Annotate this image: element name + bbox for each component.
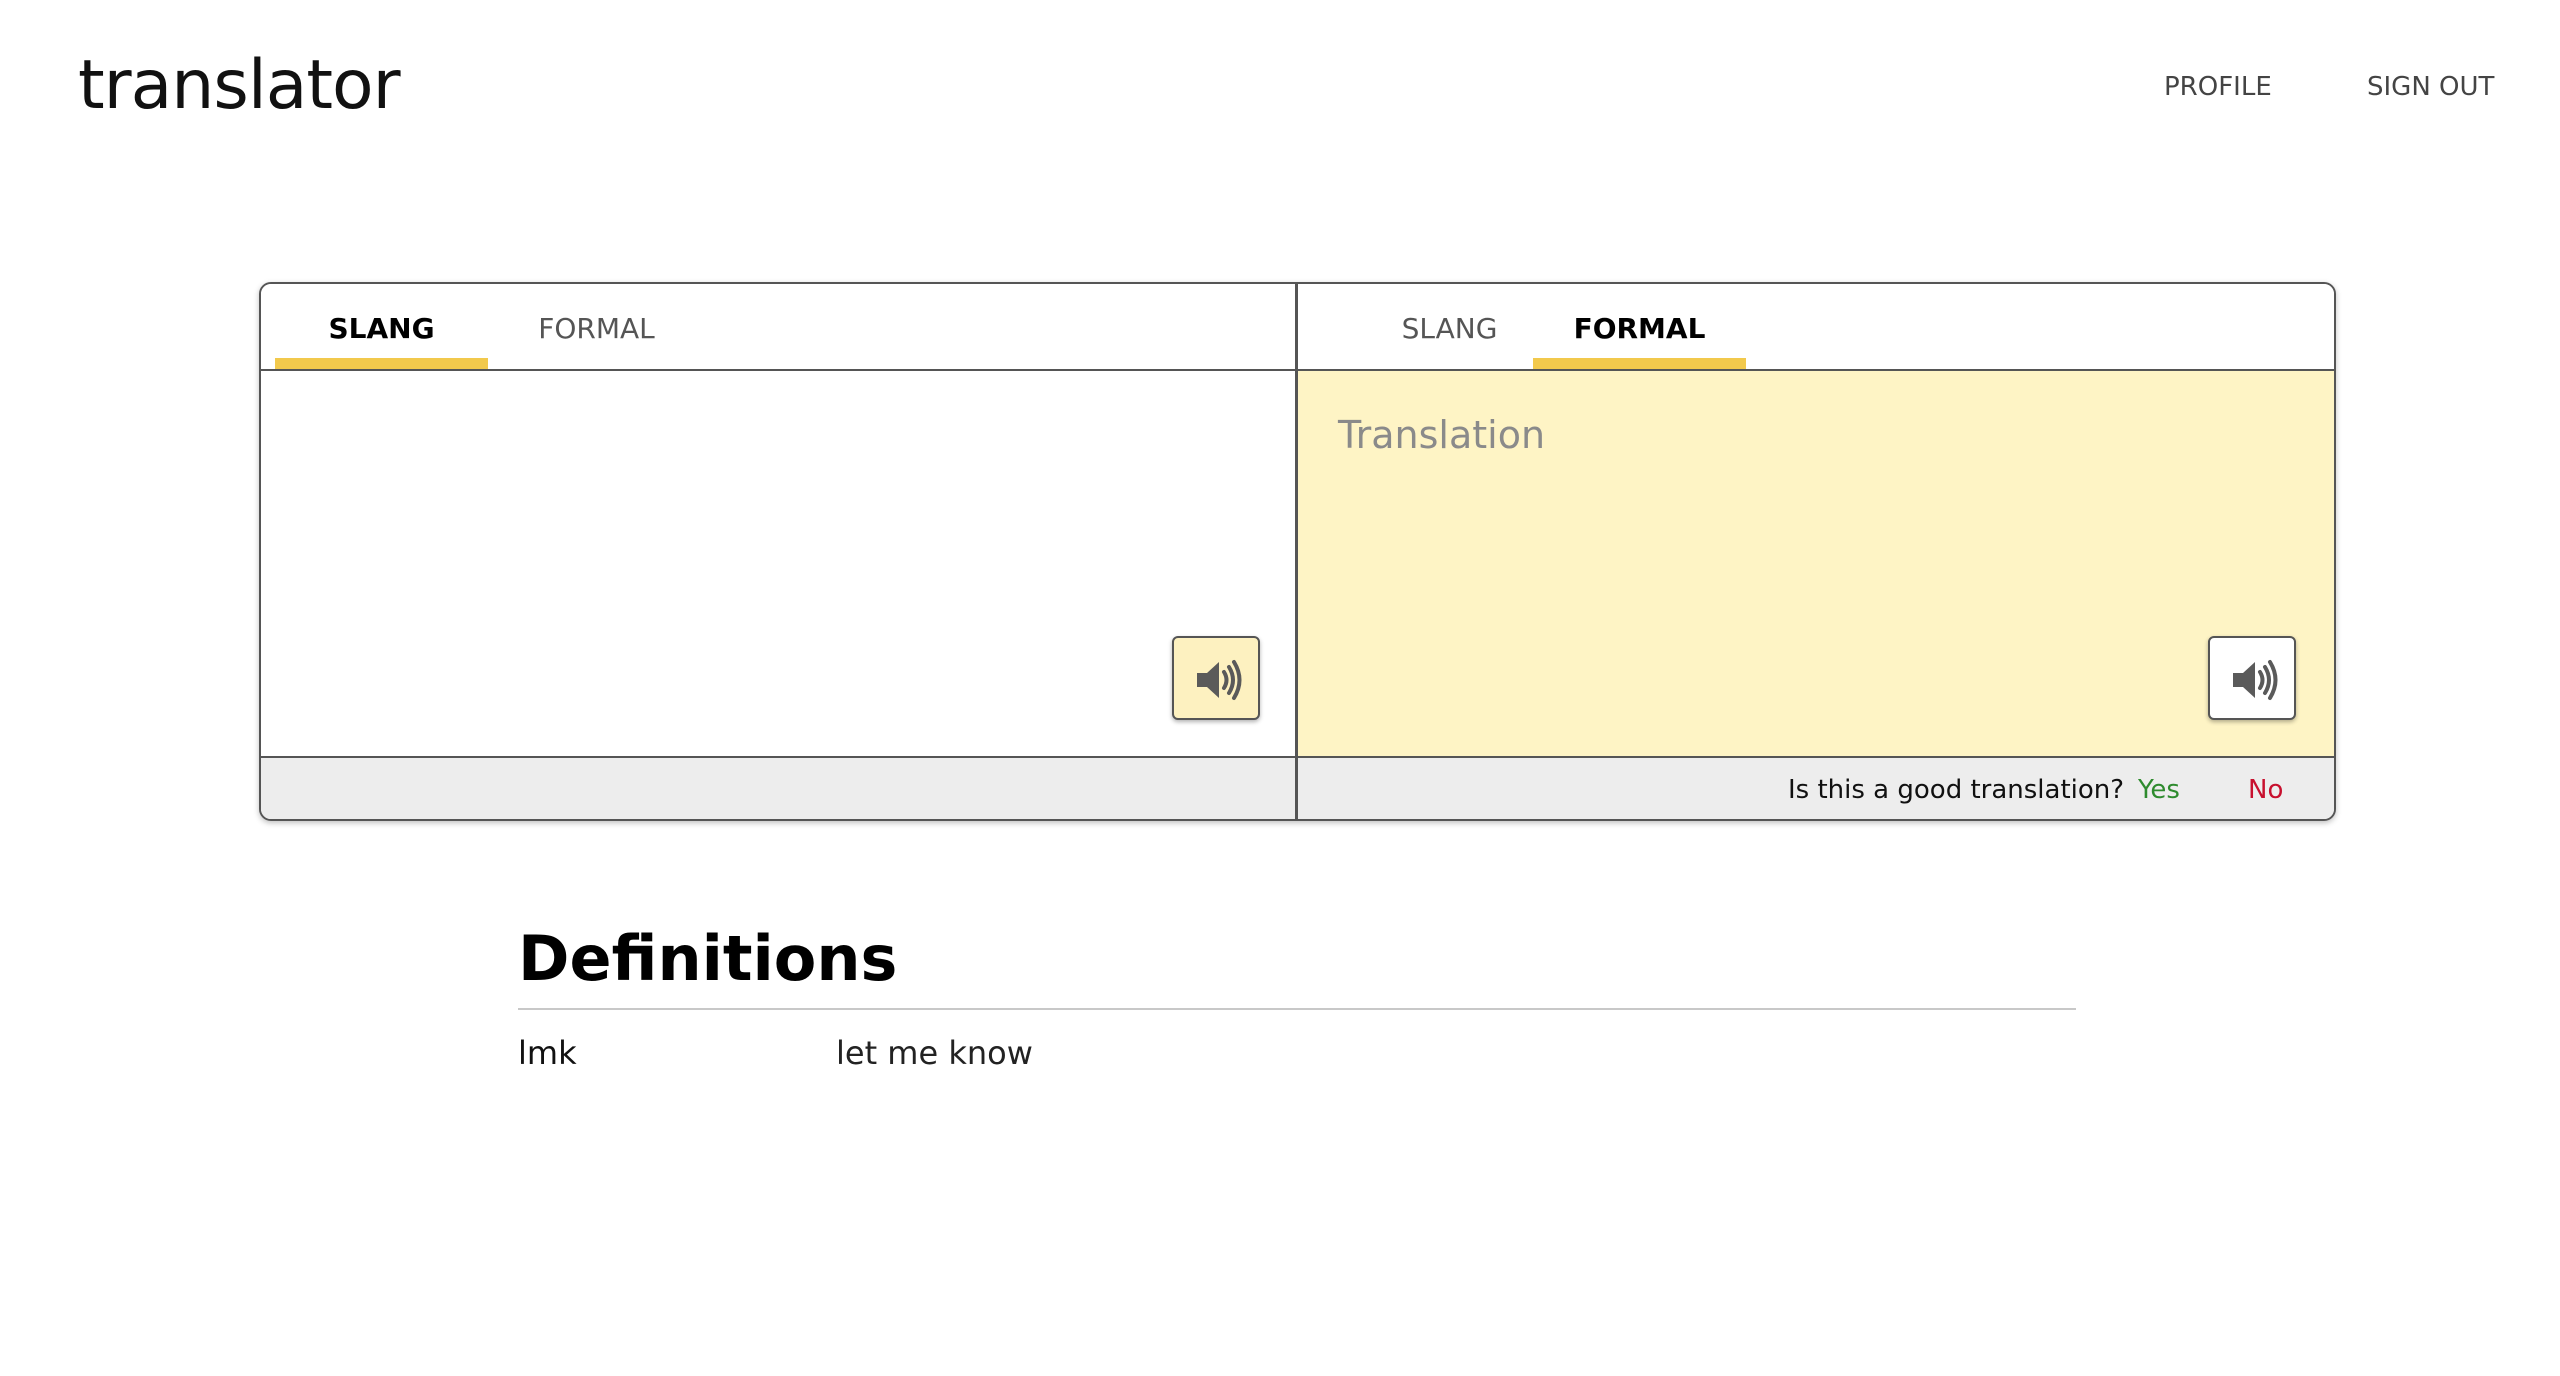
target-tabs: SLANG FORMAL [1298, 284, 2334, 371]
source-text-area [261, 371, 1295, 756]
source-footer-bar [261, 756, 1295, 819]
source-pane: SLANG FORMAL [261, 284, 1298, 819]
feedback-no-button[interactable]: No [2248, 775, 2283, 805]
nav-profile-link[interactable]: PROFILE [2164, 72, 2272, 102]
speaker-icon [2233, 660, 2278, 700]
tab-label: SLANG [328, 312, 435, 345]
source-tab-slang[interactable]: SLANG [275, 284, 488, 369]
source-speak-button[interactable] [1172, 636, 1260, 720]
target-pane: SLANG FORMAL Translation Is this a good … [1298, 284, 2334, 819]
feedback-yes-button[interactable]: Yes [2138, 775, 2180, 805]
target-tab-formal[interactable]: FORMAL [1533, 284, 1746, 369]
definition-meaning: let me know [836, 1034, 1033, 1072]
target-speak-button[interactable] [2208, 636, 2296, 720]
target-tab-slang[interactable]: SLANG [1343, 284, 1556, 369]
translation-output-area[interactable]: Translation [1298, 371, 2334, 756]
tab-label: FORMAL [538, 312, 655, 345]
source-tab-formal[interactable]: FORMAL [490, 284, 703, 369]
definitions-section: Definitions lmk let me know [518, 918, 2076, 1094]
translation-placeholder: Translation [1338, 413, 1546, 457]
translator-card: SLANG FORMAL SLANG FORMAL Translation Is… [259, 282, 2336, 821]
app-logo[interactable]: translator [78, 46, 401, 125]
source-tabs: SLANG FORMAL [261, 284, 1295, 371]
top-bar: translator PROFILE SIGN OUT [0, 0, 2560, 180]
definition-term: lmk [518, 1034, 577, 1072]
feedback-question: Is this a good translation? [1788, 775, 2125, 805]
definitions-title: Definitions [518, 918, 2076, 1010]
source-text-input[interactable] [301, 401, 1241, 651]
nav-sign-out-link[interactable]: SIGN OUT [2367, 72, 2494, 102]
speaker-icon [1197, 660, 1242, 700]
tab-label: FORMAL [1573, 312, 1706, 345]
definition-row: lmk let me know [518, 1034, 2076, 1094]
tab-label: SLANG [1401, 312, 1498, 345]
target-footer-bar: Is this a good translation? Yes No [1298, 756, 2334, 819]
